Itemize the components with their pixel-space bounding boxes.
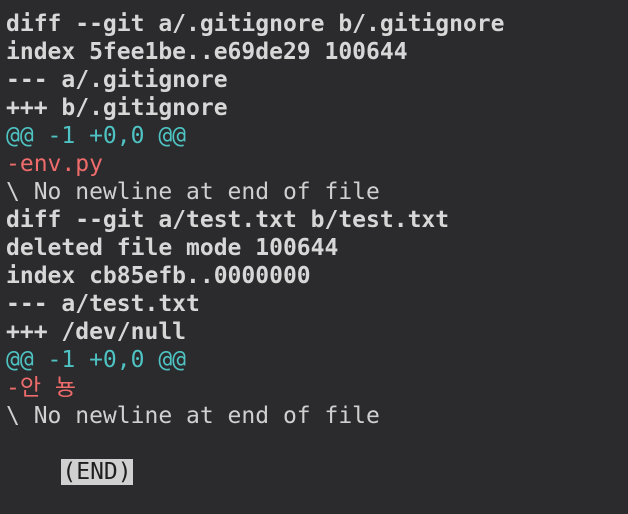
index-line: index 5fee1be..e69de29 100644 — [6, 39, 408, 65]
hunk-header-line: @@ -1 +0,0 @@ — [6, 347, 187, 373]
pager-prompt-line: (END) — [6, 430, 133, 485]
old-file-line: --- a/test.txt — [6, 291, 200, 317]
diff-header-line: diff --git a/test.txt b/test.txt — [6, 207, 450, 233]
file-mode-line: deleted file mode 100644 — [6, 235, 339, 261]
new-file-line: +++ b/.gitignore — [6, 95, 228, 121]
new-file-line: +++ /dev/null — [6, 319, 187, 345]
old-file-line: --- a/.gitignore — [6, 67, 228, 93]
no-newline-line: \ No newline at end of file — [6, 403, 380, 429]
terminal-window[interactable]: diff --git a/.gitignore b/.gitignore ind… — [0, 0, 628, 485]
pager-end-prompt: (END) — [61, 459, 133, 485]
index-line: index cb85efb..0000000 — [6, 263, 311, 289]
diff-header-line: diff --git a/.gitignore b/.gitignore — [6, 11, 505, 37]
hunk-header-line: @@ -1 +0,0 @@ — [6, 123, 187, 149]
no-newline-line: \ No newline at end of file — [6, 179, 380, 205]
deleted-line: -안 뇽 — [6, 375, 77, 401]
deleted-line: -env.py — [6, 151, 103, 177]
